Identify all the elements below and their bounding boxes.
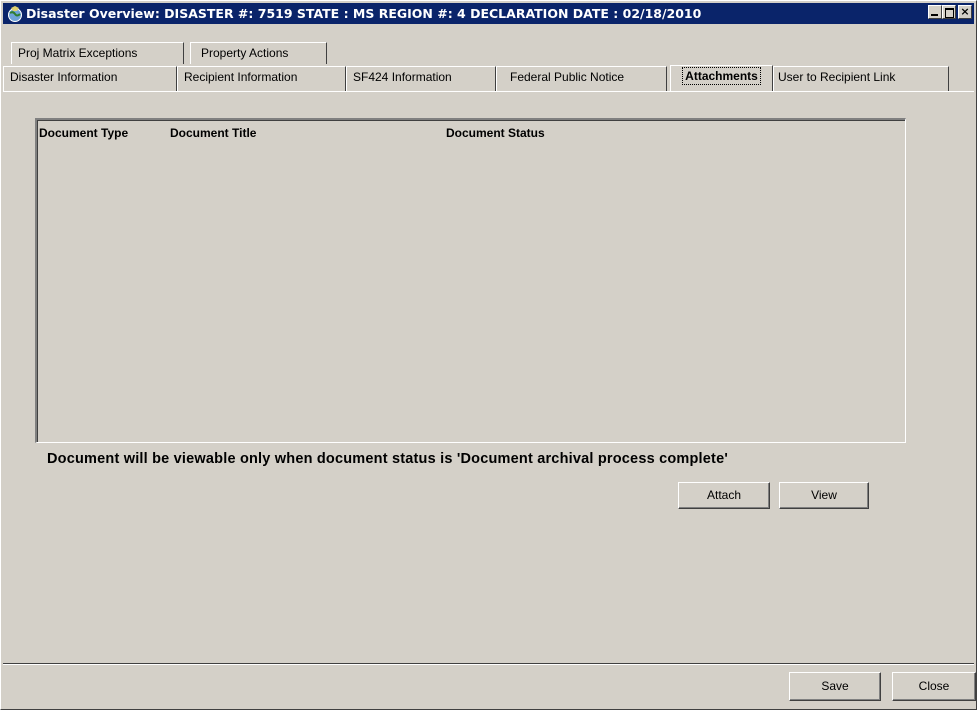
tab-label: User to Recipient Link xyxy=(778,70,896,84)
tab-label: Federal Public Notice xyxy=(510,70,625,84)
grid-body: Document Type Document Title Document St… xyxy=(37,120,905,442)
documents-grid[interactable]: Document Type Document Title Document St… xyxy=(35,118,906,443)
footer-divider-highlight xyxy=(3,664,974,665)
tab-disaster-information[interactable]: Disaster Information xyxy=(3,66,177,91)
window-controls: × xyxy=(928,5,972,19)
tab-proj-matrix-exceptions[interactable]: Proj Matrix Exceptions xyxy=(11,42,184,64)
tab-label: Disaster Information xyxy=(10,70,118,84)
title-bar[interactable]: Disaster Overview: DISASTER #: 7519 STAT… xyxy=(3,3,974,24)
maximize-icon[interactable] xyxy=(942,5,956,19)
close-icon[interactable]: × xyxy=(958,5,972,19)
window-title: Disaster Overview: DISASTER #: 7519 STAT… xyxy=(26,6,702,21)
attach-button[interactable]: Attach xyxy=(678,482,770,509)
viewable-info-message: Document will be viewable only when docu… xyxy=(47,451,728,467)
view-button[interactable]: View xyxy=(779,482,869,509)
tab-sf424-information[interactable]: SF424 Information xyxy=(346,66,496,91)
save-button[interactable]: Save xyxy=(789,672,881,701)
tab-recipient-information[interactable]: Recipient Information xyxy=(177,66,346,91)
tab-label: Property Actions xyxy=(201,46,289,60)
column-header-document-title[interactable]: Document Title xyxy=(170,126,256,140)
tab-label: Proj Matrix Exceptions xyxy=(18,46,138,60)
tab-panel-border xyxy=(3,91,974,92)
tab-property-actions[interactable]: Property Actions xyxy=(190,42,327,64)
tab-label: Attachments xyxy=(682,67,761,85)
tab-federal-public-notice[interactable]: Federal Public Notice xyxy=(496,66,667,91)
disaster-overview-window: Disaster Overview: DISASTER #: 7519 STAT… xyxy=(0,0,977,710)
minimize-icon[interactable] xyxy=(928,5,942,19)
tab-label: Recipient Information xyxy=(184,70,298,84)
tab-attachments[interactable]: Attachments xyxy=(670,65,773,91)
tab-label: SF424 Information xyxy=(353,70,452,84)
column-header-document-status[interactable]: Document Status xyxy=(446,126,545,140)
close-button[interactable]: Close xyxy=(892,672,976,701)
column-header-document-type[interactable]: Document Type xyxy=(39,126,128,140)
tab-user-to-recipient-link[interactable]: User to Recipient Link xyxy=(773,66,949,91)
globe-app-icon xyxy=(6,5,24,23)
